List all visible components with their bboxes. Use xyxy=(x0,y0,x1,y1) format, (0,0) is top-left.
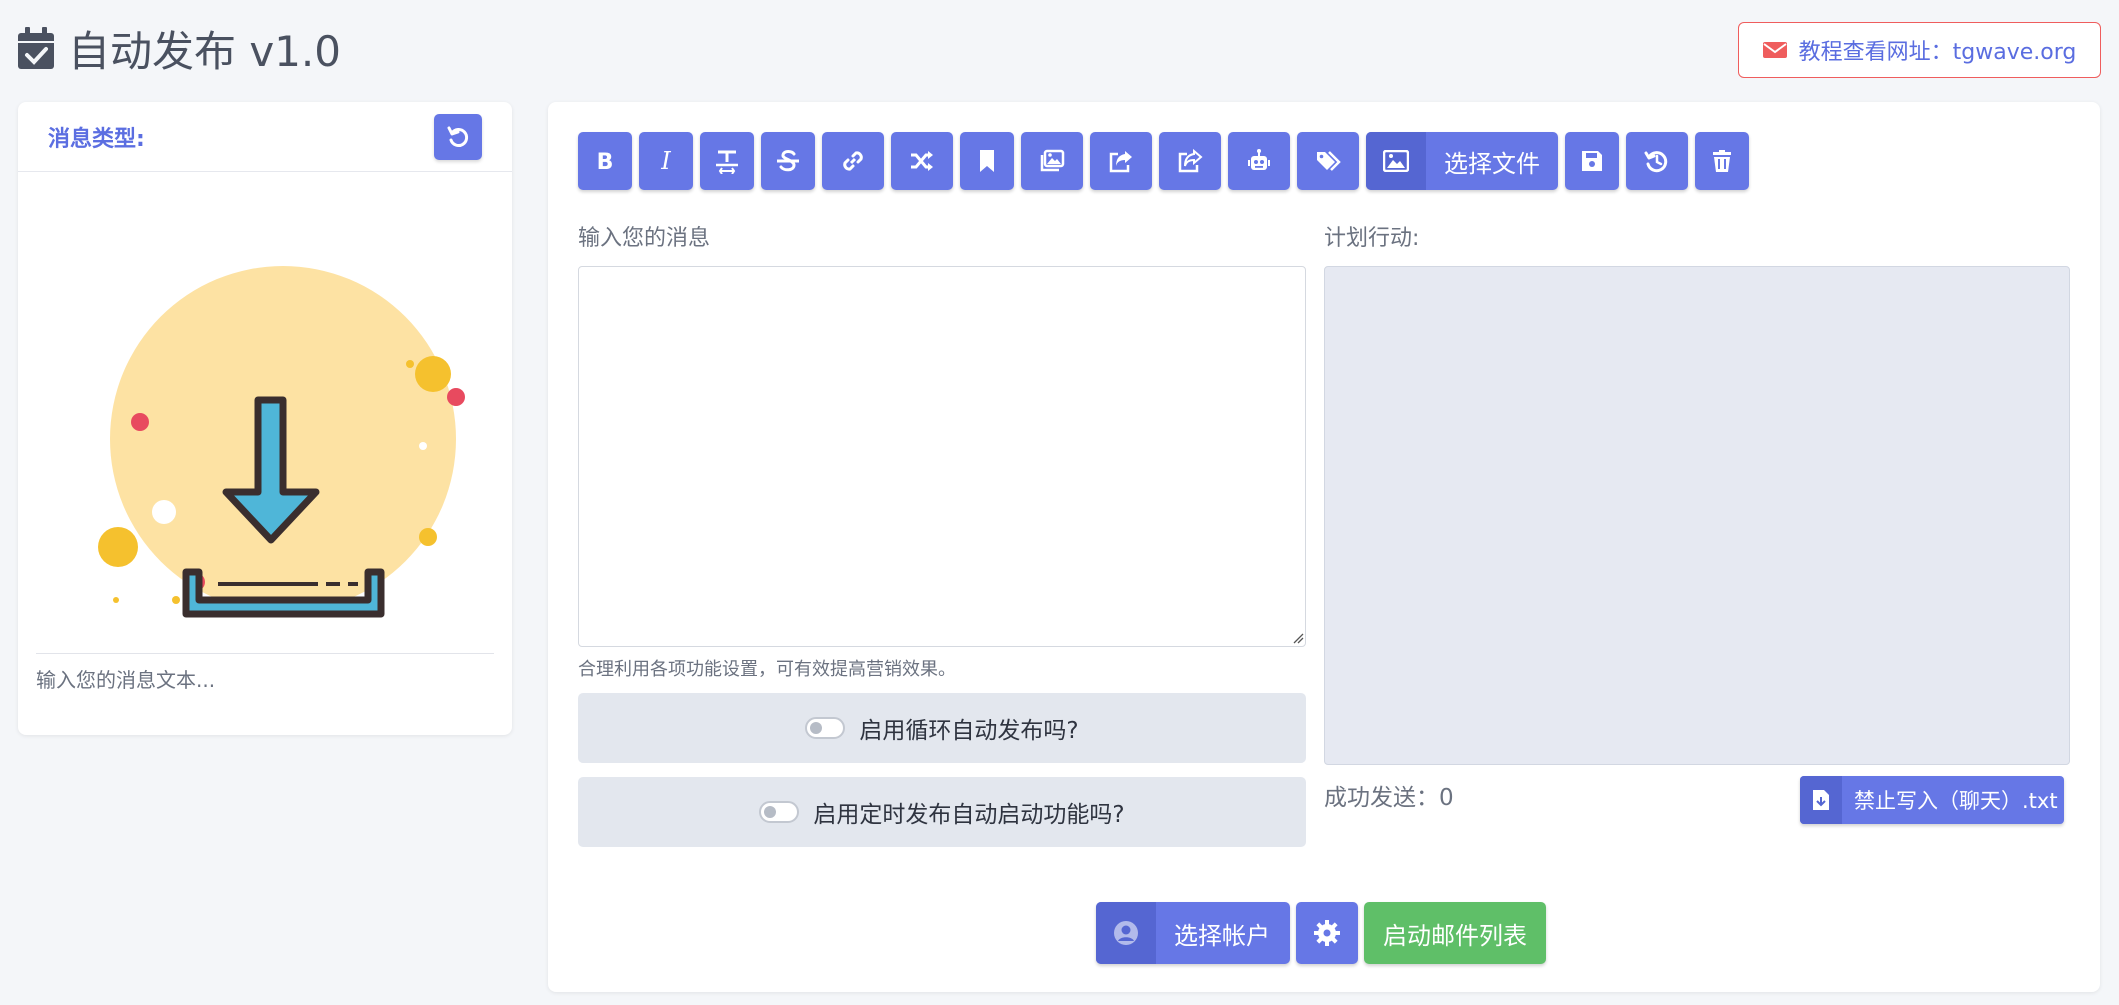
robot-icon xyxy=(1248,149,1270,170)
tags-icon xyxy=(1317,151,1341,171)
select-account-label: 选择帐户 xyxy=(1174,921,1270,950)
share-button[interactable] xyxy=(1159,132,1221,190)
loop-publish-label: 启用循环自动发布吗? xyxy=(859,718,1079,744)
select-file-button[interactable]: 选择文件 xyxy=(1366,132,1558,190)
resize-grip-icon[interactable] xyxy=(1292,632,1304,644)
strikethrough-icon xyxy=(777,150,799,172)
success-label: 成功发送： xyxy=(1324,785,1439,811)
app-title: 自动发布 v1.0 xyxy=(18,20,341,76)
start-mailing-button[interactable]: 启动邮件列表 xyxy=(1364,902,1546,964)
shuffle-button[interactable] xyxy=(891,132,953,190)
share-icon xyxy=(1178,148,1203,173)
svg-text:B: B xyxy=(597,150,614,174)
file-download-icon xyxy=(1813,790,1829,810)
envelope-icon xyxy=(1762,42,1787,58)
gear-icon xyxy=(1314,920,1340,946)
undo-icon xyxy=(447,126,469,147)
select-file-label: 选择文件 xyxy=(1444,149,1540,178)
bold-icon: B xyxy=(597,150,614,174)
user-circle-icon xyxy=(1114,921,1138,945)
images-button[interactable] xyxy=(1021,132,1083,190)
shuffle-icon xyxy=(911,151,933,171)
share-square-button[interactable] xyxy=(1090,132,1152,190)
message-preview-text: 输入您的消息文本... xyxy=(36,668,216,692)
history-button[interactable] xyxy=(1626,132,1688,190)
export-chat-label: 禁止写入（聊天）.txt xyxy=(1854,789,2058,813)
images-icon xyxy=(1040,149,1065,172)
bold-button[interactable]: B xyxy=(578,132,632,190)
message-textarea[interactable] xyxy=(578,266,1306,647)
bookmark-icon xyxy=(980,150,994,172)
select-account-button[interactable]: 选择帐户 xyxy=(1096,902,1290,964)
download-illustration xyxy=(98,266,465,618)
loop-publish-toggle-row[interactable]: 启用循环自动发布吗? xyxy=(578,693,1306,763)
preview-divider xyxy=(36,653,494,654)
bottom-action-bar: 选择帐户 启动邮件列表 xyxy=(1096,902,1546,964)
timer-publish-switch[interactable] xyxy=(759,801,800,823)
app-title-text: 自动发布 v1.0 xyxy=(68,26,342,76)
link-icon xyxy=(843,151,863,171)
italic-icon: I xyxy=(660,148,671,174)
text-format-button[interactable] xyxy=(700,132,754,190)
save-icon xyxy=(1582,151,1602,171)
link-button[interactable] xyxy=(822,132,884,190)
message-type-header: 消息类型: xyxy=(18,102,512,172)
tutorial-link-badge[interactable]: 教程查看网址：tgwave.org xyxy=(1738,22,2101,78)
editor-panel: B I 选择文件 输入您的消息 合理利用各项功能设置，可有效提高营销效果。 启用… xyxy=(548,102,2100,992)
share-square-icon xyxy=(1109,151,1132,173)
success-count: 0 xyxy=(1439,785,1454,811)
message-type-panel: 消息类型: 输入您的消息文本... xyxy=(18,102,512,735)
formatting-toolbar: B I 选择文件 xyxy=(578,132,1749,190)
export-chat-button[interactable]: 禁止写入（聊天）.txt xyxy=(1800,776,2064,824)
planned-actions-box xyxy=(1324,266,2070,765)
reset-button[interactable] xyxy=(434,113,482,160)
timer-publish-label: 启用定时发布自动启动功能吗? xyxy=(813,802,1125,828)
message-input-label: 输入您的消息 xyxy=(578,226,711,251)
loop-publish-switch[interactable] xyxy=(805,717,846,739)
history-icon xyxy=(1644,151,1668,173)
svg-text:I: I xyxy=(660,148,671,174)
tutorial-link-text: 教程查看网址：tgwave.org xyxy=(1798,40,2077,65)
strikethrough-button[interactable] xyxy=(761,132,815,190)
italic-button[interactable]: I xyxy=(639,132,693,190)
tags-button[interactable] xyxy=(1297,132,1359,190)
planned-actions-label: 计划行动: xyxy=(1324,226,1420,251)
delete-button[interactable] xyxy=(1695,132,1749,190)
message-type-label: 消息类型: xyxy=(48,126,145,152)
text-format-icon xyxy=(716,150,738,174)
calendar-check-icon xyxy=(18,27,54,69)
trash-icon xyxy=(1713,150,1731,172)
success-count-text: 成功发送：0 xyxy=(1324,778,1454,812)
message-hint: 合理利用各项功能设置，可有效提高营销效果。 xyxy=(578,659,956,680)
image-icon xyxy=(1383,150,1409,172)
bookmark-button[interactable] xyxy=(960,132,1014,190)
robot-button[interactable] xyxy=(1228,132,1290,190)
settings-button[interactable] xyxy=(1296,902,1358,964)
save-button[interactable] xyxy=(1565,132,1619,190)
timer-publish-toggle-row[interactable]: 启用定时发布自动启动功能吗? xyxy=(578,777,1306,847)
